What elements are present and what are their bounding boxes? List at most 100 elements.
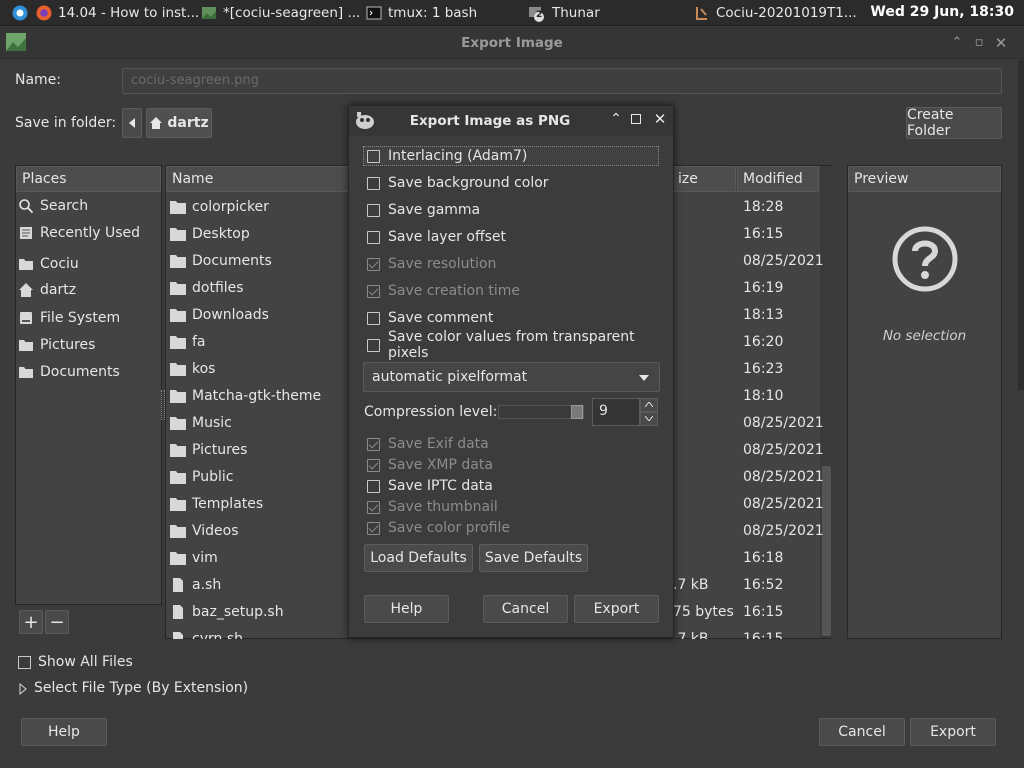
select-file-type-expander[interactable]: Select File Type (By Extension): [34, 680, 248, 696]
option-label: Save XMP data: [388, 457, 493, 473]
option-label: Save creation time: [388, 283, 521, 299]
option-row[interactable]: Interlacing (Adam7): [367, 146, 527, 166]
file-modified: 08/25/2021: [743, 468, 824, 485]
file-name: dotfiles: [192, 279, 244, 296]
option-row: Save thumbnail: [367, 497, 498, 517]
option-label: Save layer offset: [388, 229, 506, 245]
option-row[interactable]: Save background color: [367, 173, 549, 193]
show-all-files-checkbox[interactable]: [18, 656, 31, 669]
option-checkbox: [367, 257, 380, 271]
option-checkbox[interactable]: [367, 479, 380, 493]
file-name: a.sh: [192, 576, 222, 593]
option-checkbox: [367, 500, 380, 514]
option-checkbox[interactable]: [367, 338, 380, 352]
option-label: Save resolution: [388, 256, 497, 272]
create-folder-button[interactable]: Create Folder: [906, 107, 1002, 139]
file-modified: 08/25/2021: [743, 252, 824, 269]
option-checkbox[interactable]: [367, 149, 380, 163]
file-name: Matcha-gtk-theme: [192, 387, 322, 404]
file-modified: 08/25/2021: [743, 522, 824, 539]
spin-down-button[interactable]: [640, 412, 658, 426]
folder-icon: [170, 308, 186, 322]
file-modified: 08/25/2021: [743, 441, 824, 458]
option-row[interactable]: Save comment: [367, 308, 493, 328]
folder-icon: [170, 227, 186, 241]
option-row[interactable]: Save gamma: [367, 200, 480, 220]
cancel-button[interactable]: Cancel: [819, 718, 905, 746]
folder-icon: [170, 389, 186, 403]
file-name: Videos: [192, 522, 239, 539]
minimize-button[interactable]: ⌃: [948, 34, 966, 52]
option-row[interactable]: Save color values from transparent pixel…: [367, 329, 673, 361]
compression-level-input[interactable]: 9: [592, 398, 640, 426]
option-label: Save Exif data: [388, 436, 489, 452]
file-name: Documents: [192, 252, 272, 269]
option-row[interactable]: Save layer offset: [367, 227, 506, 247]
file-modified: 16:19: [743, 279, 784, 296]
file-modified: 18:28: [743, 198, 784, 215]
file-modified: 18:13: [743, 306, 784, 323]
option-checkbox: [367, 437, 380, 451]
folder-icon: [170, 524, 186, 538]
gimp-logo-icon: [356, 112, 374, 129]
option-checkbox[interactable]: [367, 176, 380, 190]
file-name: Desktop: [192, 225, 250, 242]
file-modified: 16:15: [743, 225, 784, 242]
load-defaults-button[interactable]: Load Defaults: [364, 544, 473, 572]
option-checkbox: [367, 458, 380, 472]
dialog-export-button[interactable]: Export: [574, 595, 659, 623]
no-selection-text: No selection: [882, 328, 967, 344]
file-name: Pictures: [192, 441, 248, 458]
folder-icon: [170, 254, 186, 268]
option-checkbox[interactable]: [367, 203, 380, 217]
dialog-maximize-button[interactable]: [631, 114, 641, 124]
file-modified: 18:10: [743, 387, 784, 404]
dialog-help-button[interactable]: Help: [364, 595, 449, 623]
folder-icon: [170, 281, 186, 295]
chevron-down-icon: [645, 416, 653, 421]
option-label: Save color profile: [388, 520, 510, 536]
export-button[interactable]: Export: [910, 718, 996, 746]
file-size: .7 kB: [673, 576, 709, 593]
option-checkbox[interactable]: [367, 230, 380, 244]
pixelformat-value: automatic pixelformat: [372, 369, 528, 385]
help-button[interactable]: Help: [21, 718, 107, 746]
option-checkbox[interactable]: [367, 311, 380, 325]
spin-up-button[interactable]: [640, 398, 658, 412]
file-size: 75 bytes: [673, 603, 734, 620]
file-modified: 16:18: [743, 549, 784, 566]
clock[interactable]: Wed 29 Jun, 18:30: [870, 4, 1014, 20]
option-row[interactable]: Save IPTC data: [367, 476, 493, 496]
compression-slider[interactable]: [498, 405, 584, 419]
file-modified: 16:52: [743, 576, 784, 593]
preview-header: Preview: [848, 166, 1001, 192]
dialog-titlebar[interactable]: Export Image as PNG ⌃ ✕: [349, 106, 673, 136]
folder-icon: [170, 335, 186, 349]
file-icon: [173, 604, 183, 619]
option-row: Save Exif data: [367, 434, 489, 454]
file-name: cyrn.sh: [192, 630, 243, 640]
pixelformat-select[interactable]: automatic pixelformat: [363, 362, 660, 392]
expander-arrow-icon[interactable]: [19, 683, 27, 695]
file-name: colorpicker: [192, 198, 269, 215]
option-row: Save color profile: [367, 518, 510, 538]
option-row: Save resolution: [367, 254, 496, 274]
option-label: Save background color: [388, 175, 549, 191]
dialog-minimize-button[interactable]: ⌃: [607, 111, 625, 127]
file-modified: 16:15: [743, 630, 784, 640]
export-png-dialog: Export Image as PNG ⌃ ✕ Interlacing (Ada…: [348, 105, 674, 638]
dialog-title: Export Image as PNG: [409, 113, 571, 129]
file-icon: [173, 577, 183, 592]
dialog-cancel-button[interactable]: Cancel: [483, 595, 568, 623]
close-button[interactable]: ✕: [992, 34, 1010, 52]
file-name: fa: [192, 333, 206, 350]
file-size: .7 kB: [673, 630, 709, 640]
compression-slider-thumb[interactable]: [571, 405, 583, 419]
file-name: Downloads: [192, 306, 269, 323]
save-defaults-button[interactable]: Save Defaults: [479, 544, 588, 572]
file-modified: 16:15: [743, 603, 784, 620]
question-mark-icon: [892, 226, 958, 292]
window-edge: [1018, 60, 1024, 390]
dialog-close-button[interactable]: ✕: [651, 110, 669, 128]
maximize-button[interactable]: ▫: [970, 34, 988, 52]
